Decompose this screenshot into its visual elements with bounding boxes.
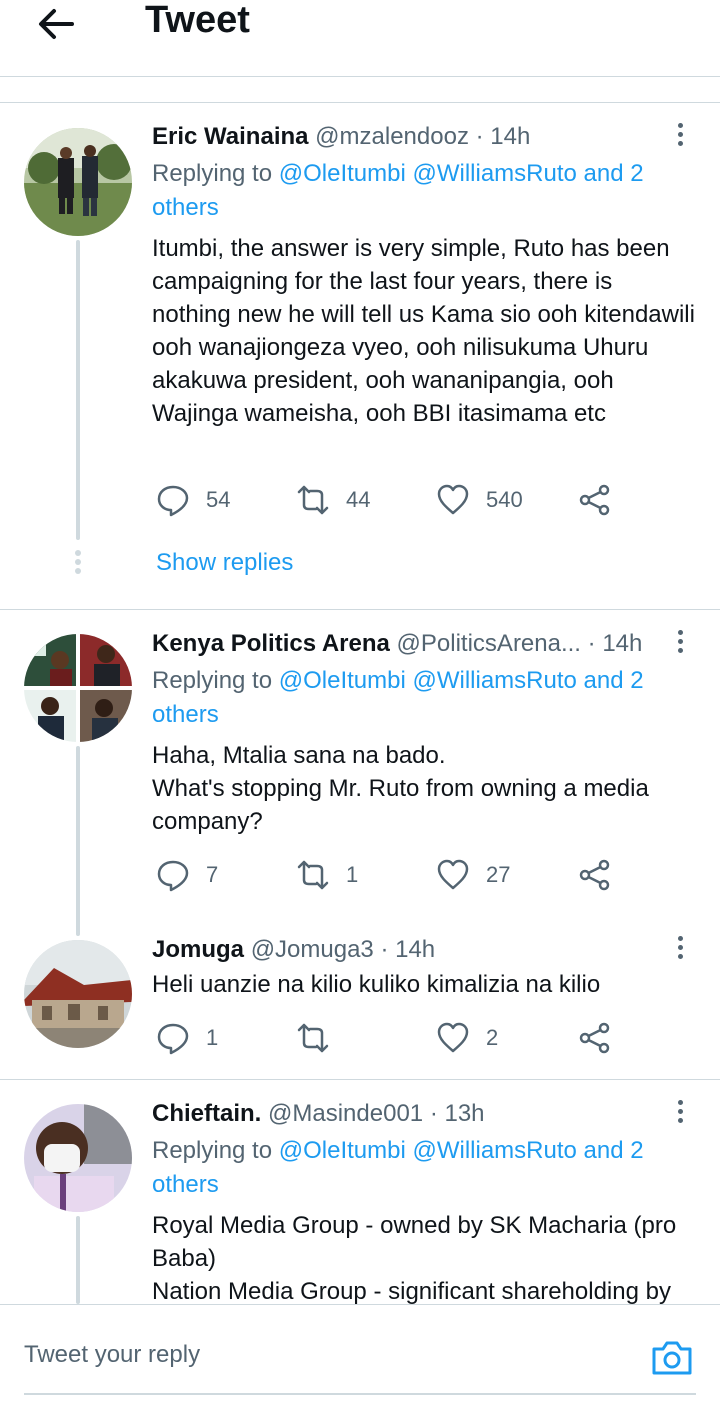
like-count: 540 [486, 487, 523, 512]
retweet-count: 44 [346, 487, 371, 512]
divider [0, 102, 720, 103]
tweet-text: Itumbi, the answer is very simple, Ruto … [152, 235, 695, 427]
reply-icon [157, 1023, 189, 1055]
timestamp: · 14h [587, 630, 643, 657]
tweet-text: Royal Media Group - owned by SK Macharia… [152, 1212, 677, 1305]
tweet-text: Haha, Mtalia sana na bado. What's stoppi… [152, 742, 649, 835]
reply-icon [157, 860, 189, 892]
like-count: 27 [486, 862, 511, 887]
heart-icon [437, 1022, 469, 1053]
display-name[interactable]: Jomuga [152, 936, 244, 963]
replying-to: Replying to @OleItumbi @WilliamsRuto and… [152, 664, 692, 732]
share-icon [579, 1022, 610, 1054]
avatar[interactable] [24, 128, 132, 236]
share-icon [579, 859, 610, 891]
reply-button[interactable]: 54 [156, 480, 230, 520]
like-button[interactable]: 27 [436, 855, 510, 895]
replying-label: Replying to [152, 160, 279, 187]
timestamp: · 13h [429, 1100, 485, 1127]
divider [0, 609, 720, 610]
more-options-button[interactable] [668, 123, 692, 153]
timestamp: · 14h [380, 936, 436, 963]
retweet-icon [297, 860, 329, 890]
thread-dots [74, 550, 82, 577]
top-bar: Tweet [0, 0, 720, 77]
more-vertical-icon [668, 1100, 692, 1123]
avatar-photo [24, 940, 132, 1048]
page-title: Tweet [145, 0, 250, 41]
retweet-count: 1 [346, 862, 359, 887]
tweet-header: Kenya Politics Arena @PoliticsArena... ·… [152, 629, 642, 659]
share-button[interactable] [578, 855, 612, 895]
avatar-photo [24, 634, 132, 742]
show-replies-link[interactable]: Show replies [156, 547, 293, 579]
retweet-button[interactable] [296, 1018, 346, 1058]
thread-line [76, 1216, 80, 1304]
user-handle[interactable]: @mzalendooz [315, 123, 469, 150]
more-vertical-icon [668, 123, 692, 146]
reply-count: 7 [206, 862, 219, 887]
arrow-left-icon [39, 9, 74, 39]
reply-composer: Tweet your reply [0, 1304, 720, 1409]
like-button[interactable]: 2 [436, 1018, 498, 1058]
heart-icon [437, 484, 469, 515]
replying-to: Replying to @OleItumbi @WilliamsRuto and… [152, 1134, 692, 1202]
tweet-header: Eric Wainaina @mzalendooz · 14h [152, 122, 530, 152]
replying-label: Replying to [152, 667, 279, 694]
reply-icon [157, 485, 189, 517]
tweet-header: Jomuga @Jomuga3 · 14h [152, 935, 435, 965]
camera-icon [652, 1341, 692, 1375]
more-options-button[interactable] [668, 936, 692, 966]
back-button[interactable] [34, 4, 78, 44]
camera-button[interactable] [650, 1335, 694, 1379]
share-button[interactable] [578, 1018, 612, 1058]
more-vertical-icon [668, 936, 692, 959]
retweet-icon [297, 485, 329, 515]
retweet-icon [297, 1023, 329, 1053]
replying-label: Replying to [152, 1137, 279, 1164]
reply-count: 1 [206, 1025, 219, 1050]
composer-underline [24, 1393, 696, 1395]
avatar-photo [24, 1104, 132, 1212]
thread-line [76, 746, 80, 936]
avatar-photo [24, 128, 132, 236]
reply-button[interactable]: 1 [156, 1018, 218, 1058]
user-handle[interactable]: @Masinde001 [268, 1100, 423, 1127]
retweet-button[interactable]: 44 [296, 480, 370, 520]
divider [0, 1079, 720, 1080]
timestamp: · 14h [475, 123, 531, 150]
more-options-button[interactable] [668, 630, 692, 660]
avatar[interactable] [24, 940, 132, 1048]
retweet-button[interactable]: 1 [296, 855, 358, 895]
reply-input[interactable]: Tweet your reply [24, 1335, 200, 1375]
display-name[interactable]: Chieftain. [152, 1100, 261, 1127]
reply-button[interactable]: 7 [156, 855, 218, 895]
user-handle[interactable]: @Jomuga3 [251, 936, 374, 963]
display-name[interactable]: Kenya Politics Arena [152, 630, 390, 657]
replying-to: Replying to @OleItumbi @WilliamsRuto and… [152, 157, 692, 225]
more-vertical-icon [668, 630, 692, 653]
display-name[interactable]: Eric Wainaina [152, 123, 309, 150]
heart-icon [437, 859, 469, 890]
thread-line [76, 240, 80, 540]
like-count: 2 [486, 1025, 499, 1050]
share-button[interactable] [578, 480, 612, 520]
user-handle[interactable]: @PoliticsArena... [397, 630, 581, 657]
tweet-text: Heli uanzie na kilio kuliko kimalizia na… [152, 971, 601, 998]
more-options-button[interactable] [668, 1100, 692, 1130]
avatar[interactable] [24, 634, 132, 742]
like-button[interactable]: 540 [436, 480, 523, 520]
tweet-header: Chieftain. @Masinde001 · 13h [152, 1099, 485, 1129]
reply-count: 54 [206, 487, 231, 512]
avatar[interactable] [24, 1104, 132, 1212]
share-icon [579, 484, 610, 516]
